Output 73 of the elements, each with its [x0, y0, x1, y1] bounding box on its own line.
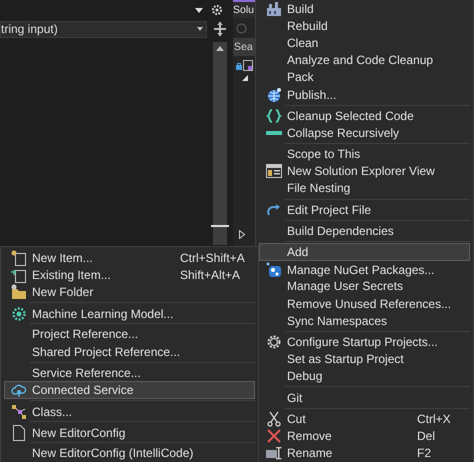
menu-item[interactable]: Manage User Secrets — [259, 278, 470, 295]
menu-item[interactable]: New Solution Explorer View — [259, 162, 470, 180]
menu-item[interactable]: Rebuild — [259, 17, 470, 34]
menu-item[interactable]: Manage NuGet Packages... — [259, 260, 470, 278]
menu-item[interactable]: Project Reference... — [4, 326, 255, 343]
menu-item[interactable]: Set as Startup Project — [259, 350, 470, 368]
menu-item[interactable]: Pack — [259, 68, 470, 86]
braces-icon — [266, 108, 282, 124]
menu-item[interactable]: Publish... — [259, 86, 470, 104]
project-icon — [243, 60, 253, 71]
folder-icon — [10, 284, 26, 300]
menu-item[interactable]: Connected Service — [4, 381, 255, 398]
shortcut-text: Ctrl+Shift+A — [180, 251, 246, 265]
menu-item[interactable]: Service Reference... — [4, 364, 255, 382]
new-item-icon — [10, 250, 26, 266]
file-icon — [12, 424, 26, 441]
rename-icon — [266, 446, 282, 460]
menu-item[interactable]: Cleanup Selected Code — [259, 107, 470, 124]
menu-item[interactable]: Collapse Recursively — [259, 124, 470, 142]
menu-item[interactable]: Clean — [259, 34, 470, 52]
menu-item[interactable]: Analyze and Code Cleanup — [259, 52, 470, 69]
member-dropdown[interactable]: tring input) — [0, 20, 207, 38]
window-icon — [266, 164, 282, 178]
shortcut-text: Ctrl+X — [417, 412, 452, 426]
panel-tab[interactable]: Solu — [233, 0, 255, 18]
menu-item[interactable]: Build Dependencies — [259, 222, 470, 240]
menu-item[interactable]: File Nesting — [259, 180, 470, 198]
menu-item[interactable]: New EditorConfig — [4, 424, 255, 441]
menu-item[interactable]: Edit Project File — [259, 201, 470, 218]
cloud-icon — [10, 382, 26, 398]
scissors-icon — [266, 411, 280, 428]
menu-item[interactable]: New Item... Ctrl+Shift+A — [4, 249, 255, 266]
split-view-icon[interactable] — [214, 22, 226, 36]
menu-item[interactable]: Rename F2 — [259, 444, 470, 462]
search-field[interactable]: Sea — [233, 38, 255, 56]
class-icon — [10, 404, 26, 420]
menu-item[interactable]: Remove Del — [259, 427, 470, 444]
menu-item[interactable]: Configure Startup Projects... — [259, 333, 470, 351]
package-icon — [266, 262, 282, 278]
menu-item[interactable]: New EditorConfig (IntelliCode) — [4, 444, 255, 462]
menu-item[interactable]: Add — [259, 243, 470, 261]
scroll-position-marker — [211, 225, 229, 227]
menu-item[interactable]: Remove Unused References... — [259, 295, 470, 312]
cross-icon — [266, 428, 280, 443]
shortcut-text: Shift+Alt+A — [180, 268, 242, 282]
gear-icon — [10, 306, 26, 322]
build-icon — [266, 1, 282, 17]
expander-icon[interactable] — [239, 230, 245, 239]
minus-icon — [266, 130, 282, 136]
menu-item[interactable]: Build — [259, 0, 470, 18]
menu-item[interactable]: Shared Project Reference... — [4, 342, 255, 360]
settings-icon[interactable] — [211, 4, 223, 16]
globe-icon — [266, 86, 282, 103]
lock-icon — [236, 62, 242, 70]
menu-item[interactable]: Debug — [259, 368, 470, 385]
gear-icon — [266, 334, 282, 350]
menu-item[interactable]: New Folder — [4, 283, 255, 301]
scroll-up-icon — [216, 46, 224, 51]
menu-item[interactable]: Machine Learning Model... — [4, 304, 255, 322]
dropdown-arrow-icon — [197, 27, 203, 31]
shortcut-text: Del — [417, 428, 436, 443]
scrollbar[interactable] — [213, 42, 227, 245]
menu-item[interactable]: Sync Namespaces — [259, 312, 470, 330]
menu-item[interactable]: Cut Ctrl+X — [259, 410, 470, 428]
dropdown-arrow-icon[interactable] — [195, 8, 203, 12]
expander-icon[interactable] — [242, 75, 248, 81]
shortcut-text: F2 — [417, 446, 432, 460]
existing-item-icon — [10, 267, 26, 284]
menu-item[interactable]: Git — [259, 388, 470, 406]
menu-item[interactable]: Scope to This — [259, 146, 470, 163]
redo-arrow-icon — [266, 202, 282, 217]
menu-item[interactable]: Existing Item... Shift+Alt+A — [4, 266, 255, 284]
menu-item[interactable]: Class... — [4, 402, 255, 420]
